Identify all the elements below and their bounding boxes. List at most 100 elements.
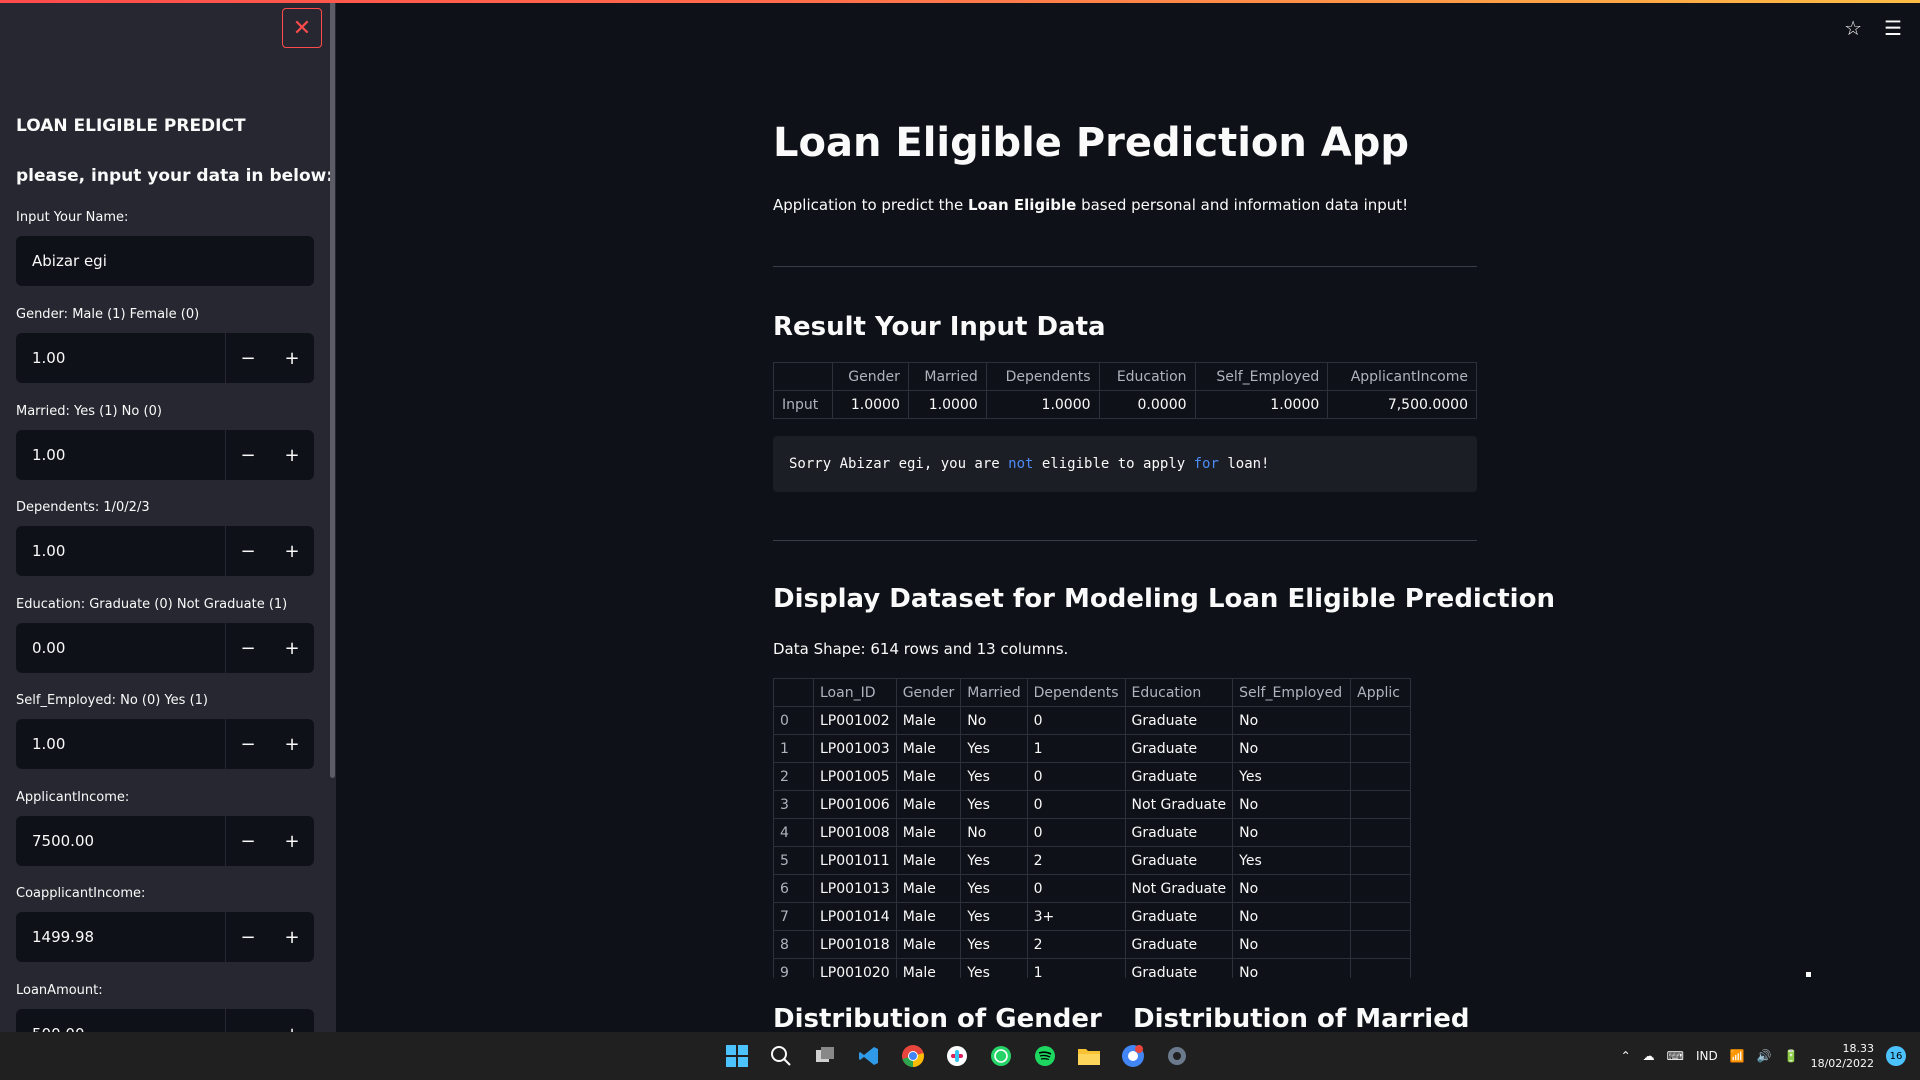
top-decoration-bar — [0, 0, 1920, 3]
table-header[interactable]: Loan_ID — [813, 678, 897, 707]
table-cell: Yes — [960, 874, 1028, 903]
table-header[interactable]: Gender — [831, 362, 909, 391]
name-input[interactable]: Abizar egi — [16, 236, 314, 286]
table-header[interactable]: ApplicantIncome — [1327, 362, 1477, 391]
increment-button[interactable]: + — [270, 526, 314, 576]
number-value[interactable]: 0.00 — [16, 639, 225, 657]
table-cell: 0 — [1026, 818, 1126, 847]
table-cell: No — [1232, 790, 1352, 819]
number-value[interactable]: 500.00 — [16, 1025, 225, 1032]
battery-icon[interactable]: 🔋 — [1784, 1049, 1799, 1063]
table-row: 6 LP001013 Male Yes 0 Not Graduate No — [773, 874, 1412, 903]
increment-button[interactable]: + — [270, 430, 314, 480]
table-header[interactable]: Self_Employed — [1232, 678, 1352, 707]
notification-badge[interactable]: 16 — [1886, 1046, 1906, 1066]
number-value[interactable]: 1.00 — [16, 735, 225, 753]
number-input: 1.00− + — [16, 719, 314, 769]
slack-icon[interactable] — [942, 1041, 972, 1071]
table-header[interactable]: Gender — [895, 678, 962, 707]
table-cell: No — [1232, 874, 1352, 903]
number-value[interactable]: 1.00 — [16, 349, 225, 367]
decrement-button[interactable]: − — [226, 430, 270, 480]
table-resize-handle[interactable] — [1806, 972, 1811, 977]
table-header[interactable]: Education — [1098, 362, 1196, 391]
number-value[interactable]: 1499.98 — [16, 928, 225, 946]
decrement-button[interactable]: − — [226, 526, 270, 576]
cloud-icon[interactable]: ☁ — [1643, 1049, 1655, 1063]
top-icons: ☆ ☰ — [1844, 16, 1902, 40]
wifi-icon[interactable]: 📶 — [1730, 1049, 1745, 1063]
sidebar-scrollbar[interactable] — [330, 0, 335, 778]
search-icon[interactable] — [766, 1041, 796, 1071]
table-cell: Yes — [960, 958, 1028, 978]
table-header[interactable]: Dependents — [1026, 678, 1126, 707]
table-cell: Not Graduate — [1124, 874, 1234, 903]
settings-icon[interactable] — [1162, 1041, 1192, 1071]
table-header[interactable]: Married — [907, 362, 987, 391]
divider — [773, 540, 1477, 541]
keyboard-icon[interactable]: ⌨ — [1667, 1049, 1684, 1063]
task-view-icon[interactable] — [810, 1041, 840, 1071]
decrement-button[interactable]: − — [226, 912, 270, 962]
field-label: Self_Employed: No (0) Yes (1) — [16, 693, 208, 708]
menu-icon[interactable]: ☰ — [1884, 16, 1902, 40]
decrement-button[interactable]: − — [226, 1009, 270, 1033]
volume-icon[interactable]: 🔊 — [1757, 1049, 1772, 1063]
language-indicator[interactable]: IND — [1696, 1049, 1718, 1063]
chrome-icon[interactable] — [898, 1041, 928, 1071]
number-value[interactable]: 7500.00 — [16, 832, 225, 850]
number-input: 1.00− + — [16, 333, 314, 383]
chevron-up-icon[interactable]: ⌃ — [1621, 1049, 1631, 1063]
increment-button[interactable]: + — [270, 816, 314, 866]
input-data-table: Gender Married Dependents Education Self_Emp… — [773, 362, 1477, 419]
whatsapp-icon[interactable] — [986, 1041, 1016, 1071]
clock-date: 18/02/2022 — [1810, 1057, 1874, 1070]
file-explorer-icon[interactable] — [1074, 1041, 1104, 1071]
table-cell: Male — [895, 706, 962, 735]
table-header[interactable]: Education — [1124, 678, 1234, 707]
result-message-box: Sorry Abizar egi, you are not eligible t… — [773, 436, 1477, 492]
table-cell: No — [960, 818, 1028, 847]
table-cell: 2 — [1026, 930, 1126, 959]
increment-button[interactable]: + — [270, 719, 314, 769]
close-sidebar-button[interactable]: ✕ — [282, 8, 322, 48]
number-value[interactable]: 1.00 — [16, 542, 225, 560]
table-cell — [1350, 902, 1412, 931]
table-cell: Male — [895, 930, 962, 959]
decrement-button[interactable]: − — [226, 719, 270, 769]
table-row: 0 LP001002 Male No 0 Graduate No — [773, 706, 1412, 735]
sidebar-title: LOAN ELIGIBLE PREDICT — [16, 116, 246, 136]
decrement-button[interactable]: − — [226, 623, 270, 673]
increment-button[interactable]: + — [270, 912, 314, 962]
table-cell — [1350, 874, 1412, 903]
increment-button[interactable]: + — [270, 623, 314, 673]
msg-keyword: not — [1008, 456, 1034, 472]
decrement-button[interactable]: − — [226, 816, 270, 866]
table-header[interactable]: Applic — [1350, 678, 1412, 707]
table-cell: Male — [895, 818, 962, 847]
table-cell: 1 — [1026, 734, 1126, 763]
vscode-icon[interactable] — [854, 1041, 884, 1071]
table-header[interactable] — [773, 362, 833, 391]
windows-start-icon[interactable] — [722, 1041, 752, 1071]
table-cell: No — [1232, 706, 1352, 735]
table-cell — [1350, 790, 1412, 819]
table-header[interactable] — [773, 678, 814, 707]
table-header[interactable]: Self_Employed — [1194, 362, 1329, 391]
table-cell: Graduate — [1124, 846, 1234, 875]
field-label: CoapplicantIncome: — [16, 886, 146, 901]
table-header[interactable]: Married — [960, 678, 1028, 707]
number-value[interactable]: 1.00 — [16, 446, 225, 464]
clock[interactable]: 18.33 18/02/2022 — [1811, 1041, 1874, 1071]
decrement-button[interactable]: − — [226, 333, 270, 383]
increment-button[interactable]: + — [270, 1009, 314, 1033]
table-cell: Yes — [960, 846, 1028, 875]
increment-button[interactable]: + — [270, 333, 314, 383]
table-header[interactable]: Dependents — [985, 362, 1100, 391]
dataset-table-container[interactable]: Loan_ID Gender Married Dependents Education S… — [773, 678, 1477, 978]
spotify-icon[interactable] — [1030, 1041, 1060, 1071]
chrome-profile-icon[interactable] — [1118, 1041, 1148, 1071]
table-cell: Yes — [960, 790, 1028, 819]
star-icon[interactable]: ☆ — [1844, 16, 1862, 40]
table-cell: LP001018 — [813, 930, 897, 959]
